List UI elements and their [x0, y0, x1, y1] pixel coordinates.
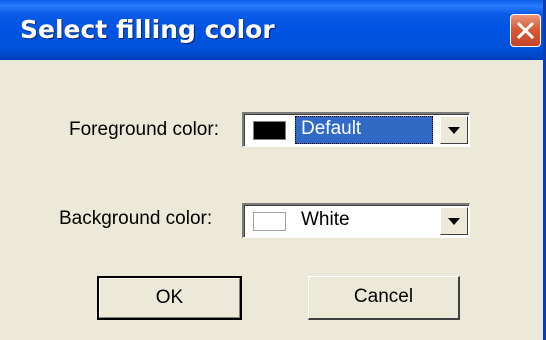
cancel-button[interactable]: Cancel [308, 276, 460, 320]
background-color-label: Background color: [59, 208, 213, 229]
foreground-color-swatch [253, 121, 286, 140]
foreground-color-select[interactable]: Default [242, 112, 470, 147]
chevron-down-icon [448, 218, 460, 225]
foreground-dropdown-button[interactable] [440, 116, 468, 144]
title-bar[interactable]: Select filling color [0, 0, 543, 60]
ok-button[interactable]: OK [97, 276, 242, 320]
background-color-select-field: White [244, 205, 469, 237]
background-color-value: White [301, 209, 350, 230]
ok-button-label: OK [99, 278, 240, 318]
foreground-color-value: Default [295, 116, 433, 144]
foreground-color-label: Foreground color: [69, 119, 219, 140]
window-title: Select filling color [20, 15, 275, 44]
close-icon [516, 21, 535, 40]
chevron-down-icon [448, 127, 460, 134]
select-filling-color-dialog: Select filling color Foreground color: D… [0, 0, 546, 340]
close-button[interactable] [510, 14, 541, 47]
foreground-color-select-field: Default [244, 114, 469, 146]
background-dropdown-button[interactable] [440, 207, 468, 235]
background-color-swatch [253, 212, 286, 231]
background-color-select[interactable]: White [242, 203, 470, 238]
